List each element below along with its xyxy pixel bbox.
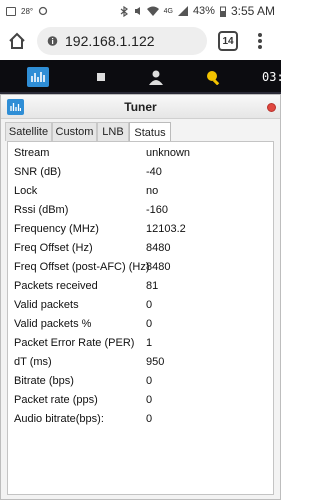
status-label: Rssi (dBm) [14,204,69,216]
status-value: 12103.2 [146,223,186,235]
status-row: Valid packets % 0 [8,316,273,335]
status-label: Packets received [14,280,98,292]
tab-satellite[interactable]: Satellite [5,122,52,141]
status-label: dT (ms) [14,356,52,368]
temperature-text: 28° [21,6,34,16]
tab-custom[interactable]: Custom [52,122,97,141]
battery-percent-text: 43% [192,5,215,17]
status-bar: 28° 4G 43% 3:55 AM [0,0,281,22]
nav-search-icon[interactable] [205,69,221,85]
url-text: 192.168.1.122 [65,33,155,49]
info-icon[interactable] [47,35,58,47]
status-value: 950 [146,356,165,368]
status-row: Valid packets 0 [8,297,273,316]
status-value: -40 [146,166,162,178]
status-label: Bitrate (bps) [14,375,74,387]
status-time: 3:55 AM [230,4,275,18]
status-value: no [146,185,159,197]
nav-tuner-button[interactable] [27,67,49,87]
status-value: 8480 [146,242,171,254]
status-label: Frequency (MHz) [14,223,99,235]
nav-user-icon[interactable] [148,69,164,85]
status-panel: Stream unknown SNR (dB) -40 Lock no Rssi… [7,141,274,495]
menu-dot [258,33,262,37]
status-row: Packets received 81 [8,278,273,297]
tuner-dialog: Tuner Satellite Custom LNB Status Stream… [0,94,281,500]
status-value: 0 [146,375,153,387]
status-row: Packet Error Rate (PER) 1 [8,335,273,354]
status-label: Freq Offset (post-AFC) (Hz) [14,261,150,273]
status-row: Lock no [8,183,273,202]
dialog-title: Tuner [124,100,157,114]
address-bar[interactable]: 192.168.1.122 [37,27,207,55]
status-label: Stream [14,147,50,159]
tab-label: Custom [55,126,94,138]
status-right: 4G 43% 3:55 AM [120,4,275,18]
status-row: dT (ms) 950 [8,354,273,373]
gallery-icon [6,6,16,16]
status-value: -160 [146,204,169,216]
battery-icon [219,6,226,17]
status-label: SNR (dB) [14,166,62,178]
status-value: 0 [146,413,153,425]
tuner-icon [31,72,45,82]
status-row: Rssi (dBm) -160 [8,202,273,221]
tab-switcher-button[interactable]: 14 [218,31,238,51]
tab-label: LNB [102,126,124,138]
status-label: Valid packets % [14,318,92,330]
status-row: Frequency (MHz) 12103.2 [8,221,273,240]
wifi-icon [146,6,159,16]
status-left: 28° [6,6,48,16]
bluetooth-icon [120,5,128,17]
tab-lnb[interactable]: LNB [97,122,129,141]
nav-clock: 03: [262,70,284,84]
status-label: Valid packets [14,299,79,311]
home-icon[interactable] [7,31,27,51]
app-nav-bar: 03: [0,60,284,94]
status-row: Bitrate (bps) 0 [8,373,273,392]
status-row: Audio bitrate(bps): 0 [8,411,273,430]
mute-icon [134,7,140,15]
status-row: Freq Offset (Hz) 8480 [8,240,273,259]
status-label: Packet rate (pps) [14,394,98,406]
tab-row: Satellite Custom LNB Status [1,119,280,142]
status-label: Freq Offset (Hz) [14,242,93,254]
tab-count: 14 [222,35,234,47]
menu-dot [258,39,262,43]
status-value: 0 [146,318,153,330]
dialog-header[interactable]: Tuner [1,95,280,119]
tab-label: Status [134,126,166,139]
status-value: 0 [146,394,153,406]
status-row: Packet rate (pps) 0 [8,392,273,411]
status-label: Packet Error Rate (PER) [14,337,135,349]
status-value: 0 [146,299,153,311]
status-label: Lock [14,185,38,197]
weather-icon [38,6,48,16]
status-value: 1 [146,337,153,349]
nav-chip-icon[interactable] [93,69,109,85]
browser-menu-button[interactable] [252,31,268,51]
network-type-text: 4G [163,7,173,15]
signal-icon [177,6,188,16]
tab-label: Satellite [8,126,49,138]
status-value: 81 [146,280,159,292]
close-icon[interactable] [267,103,276,112]
status-label: Audio bitrate(bps): [14,413,104,425]
status-row: Stream unknown [8,145,273,164]
status-row: Freq Offset (post-AFC) (Hz) 8480 [8,259,273,278]
status-value: 8480 [146,261,171,273]
browser-toolbar: 192.168.1.122 14 [0,22,281,60]
menu-dot [258,45,262,49]
tab-status[interactable]: Status [129,122,171,142]
status-value: unknown [146,147,191,159]
status-row: SNR (dB) -40 [8,164,273,183]
